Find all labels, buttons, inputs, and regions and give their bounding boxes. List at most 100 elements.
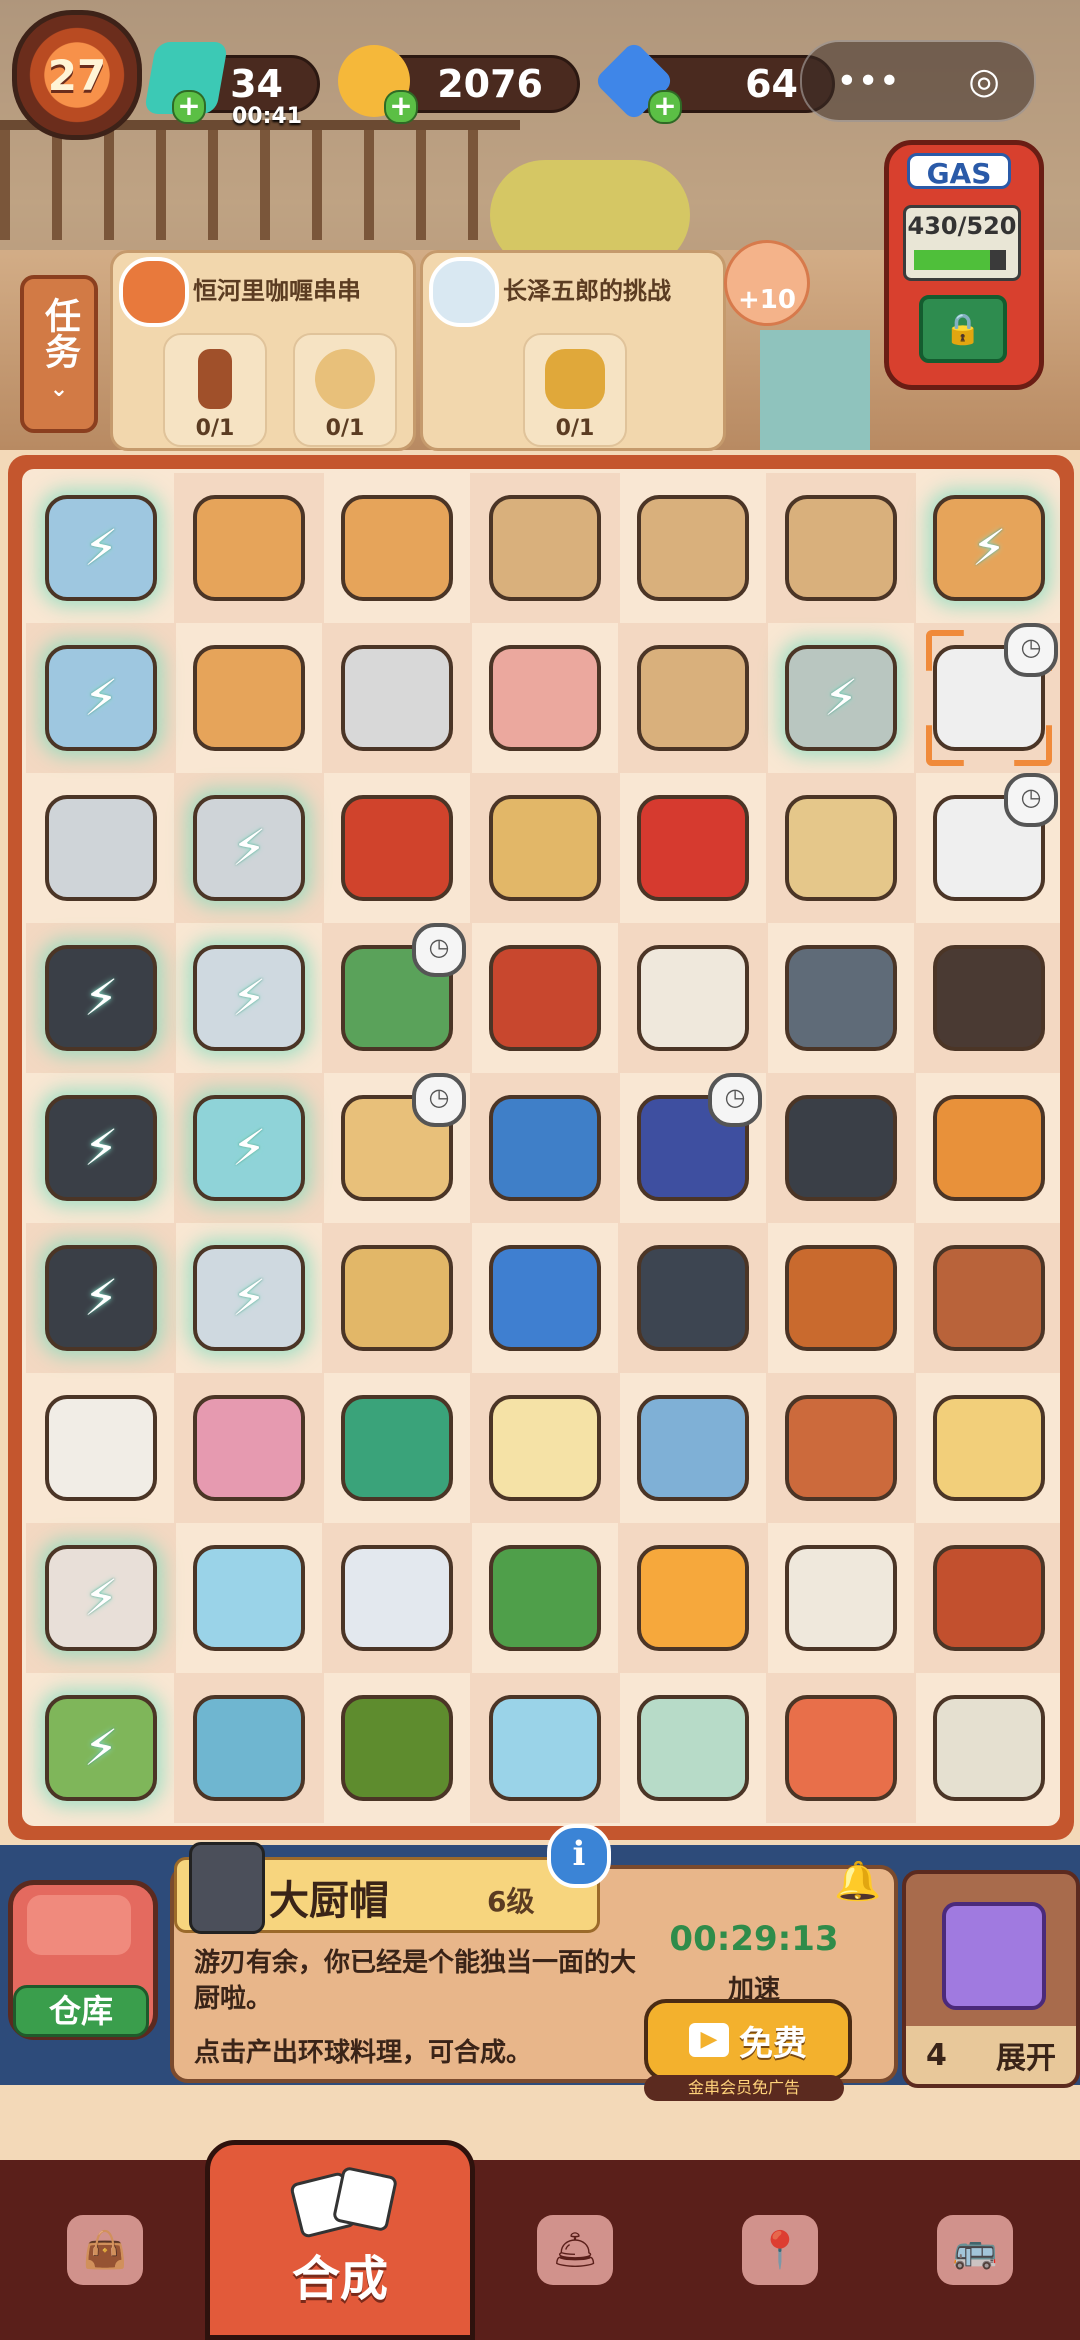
- chili-jar-icon[interactable]: [341, 795, 453, 901]
- board-cell[interactable]: [914, 1523, 1060, 1673]
- board-cell[interactable]: ⚡: [766, 623, 916, 773]
- tofu-icon[interactable]: [489, 1395, 601, 1501]
- glass-fridge-icon[interactable]: ⚡: [193, 1095, 305, 1201]
- scissors-icon[interactable]: [341, 1395, 453, 1501]
- task-tab-button[interactable]: 任务 ⌄: [20, 275, 98, 433]
- board-cell[interactable]: [618, 473, 768, 623]
- stew-pot-icon[interactable]: [637, 1245, 749, 1351]
- hotpot-icon[interactable]: ⚡: [785, 645, 897, 751]
- board-cell[interactable]: [174, 623, 324, 773]
- gem-plus-icon[interactable]: +: [648, 90, 682, 124]
- board-cell[interactable]: ◷: [322, 1073, 472, 1223]
- rice-platter-icon[interactable]: [785, 1545, 897, 1651]
- pot-lid-icon[interactable]: [785, 945, 897, 1051]
- notebook-icon[interactable]: ⚡: [45, 495, 157, 601]
- board-cell[interactable]: [322, 1223, 472, 1373]
- nav-map[interactable]: 📍: [680, 2170, 880, 2330]
- board-cell[interactable]: [470, 1523, 620, 1673]
- board-cell[interactable]: ◷: [914, 773, 1060, 923]
- nav-service[interactable]: 🛎: [475, 2170, 675, 2330]
- gas-refill-button[interactable]: 🔒: [919, 295, 1007, 363]
- bbq-skewers-icon[interactable]: [785, 1395, 897, 1501]
- notebook-icon[interactable]: ⚡: [45, 645, 157, 751]
- bell-icon[interactable]: 🔔: [834, 1859, 881, 1904]
- seed-plate-icon[interactable]: [785, 795, 897, 901]
- task-card-curry[interactable]: 恒河里咖喱串串 0/1 0/1: [110, 250, 416, 451]
- board-cell[interactable]: ⚡: [26, 473, 176, 623]
- free-speedup-button[interactable]: ▶ 免费: [644, 1999, 852, 2081]
- board-cell[interactable]: ◷: [322, 923, 472, 1073]
- tree-icon[interactable]: ⚡: [45, 1695, 157, 1801]
- player-level-badge[interactable]: 27: [12, 10, 142, 140]
- sushi-gift-icon[interactable]: ⚡: [45, 1095, 157, 1201]
- roast-chicken-icon[interactable]: [785, 1245, 897, 1351]
- grilled-dessert-icon[interactable]: [933, 945, 1045, 1051]
- receipt-printer-icon[interactable]: [341, 645, 453, 751]
- board-cell[interactable]: [174, 1373, 324, 1523]
- egg-icon[interactable]: [637, 1545, 749, 1651]
- curry-plate-icon[interactable]: [933, 1245, 1045, 1351]
- mystery-box-panel[interactable]: 4 展开: [902, 1870, 1080, 2088]
- board-cell[interactable]: [618, 773, 768, 923]
- coconut-sack-icon[interactable]: [45, 1395, 157, 1501]
- hairbrush-icon[interactable]: [193, 1395, 305, 1501]
- energy-plus-icon[interactable]: +: [172, 90, 206, 124]
- parfait-icon[interactable]: [489, 1695, 601, 1801]
- watermelon-icon[interactable]: [489, 1545, 601, 1651]
- board-cell[interactable]: [322, 623, 472, 773]
- fridge-icon[interactable]: ⚡: [193, 945, 305, 1051]
- olive-icon[interactable]: [341, 1695, 453, 1801]
- nav-bus[interactable]: 🚌: [875, 2170, 1075, 2330]
- printer-icon[interactable]: ⚡: [193, 795, 305, 901]
- board-cell[interactable]: [618, 1523, 768, 1673]
- nav-merge-active[interactable]: 合成: [205, 2140, 475, 2340]
- board-cell[interactable]: [766, 923, 916, 1073]
- scallion-pancake-icon[interactable]: [489, 795, 601, 901]
- printer-icon[interactable]: [45, 795, 157, 901]
- expand-label[interactable]: 展开: [996, 2033, 1056, 2077]
- blue-bag-icon[interactable]: [489, 1095, 601, 1201]
- scallion-pancake-icon[interactable]: [341, 1245, 453, 1351]
- board-cell[interactable]: [766, 1373, 916, 1523]
- board-cell[interactable]: [914, 1073, 1060, 1223]
- board-cell[interactable]: [470, 1673, 620, 1823]
- board-cell[interactable]: ⚡: [26, 623, 176, 773]
- exit-icon[interactable]: ◎: [968, 61, 999, 102]
- puzzle-piece-icon[interactable]: [193, 1695, 305, 1801]
- more-menu-icon[interactable]: •••: [836, 61, 900, 102]
- board-cell[interactable]: ◷: [914, 623, 1060, 773]
- board-cell[interactable]: [766, 773, 916, 923]
- board-cell[interactable]: [470, 1373, 620, 1523]
- board-cell[interactable]: [174, 1523, 324, 1673]
- skewer-jar-icon[interactable]: ⚡: [933, 495, 1045, 601]
- board-cell[interactable]: ⚡: [174, 773, 324, 923]
- board-cell[interactable]: ⚡: [174, 1073, 324, 1223]
- ruler-icon[interactable]: [637, 1695, 749, 1801]
- house-icon[interactable]: [489, 1245, 601, 1351]
- sushi-gift-icon[interactable]: ⚡: [45, 945, 157, 1051]
- board-cell[interactable]: [322, 473, 472, 623]
- board-cell[interactable]: [26, 773, 176, 923]
- ice-shards-icon[interactable]: [341, 1545, 453, 1651]
- board-cell[interactable]: [914, 1223, 1060, 1373]
- storage-button[interactable]: 仓库: [8, 1880, 158, 2040]
- board-cell[interactable]: [470, 773, 620, 923]
- fridge-icon[interactable]: ⚡: [193, 1245, 305, 1351]
- skewer-box-icon[interactable]: [193, 495, 305, 601]
- board-cell[interactable]: ⚡: [26, 1673, 176, 1823]
- pizza-icon[interactable]: [933, 1095, 1045, 1201]
- board-cell[interactable]: [766, 1673, 916, 1823]
- jar-icon[interactable]: ⚡: [45, 1545, 157, 1651]
- board-cell[interactable]: [766, 1523, 916, 1673]
- parfait-icon[interactable]: [193, 1545, 305, 1651]
- board-cell[interactable]: [914, 1373, 1060, 1523]
- board-cell[interactable]: [766, 1073, 916, 1223]
- board-cell[interactable]: [470, 1223, 620, 1373]
- board-cell[interactable]: [766, 473, 916, 623]
- shrimp-bowl-icon[interactable]: [785, 1695, 897, 1801]
- board-cell[interactable]: ⚡: [174, 923, 324, 1073]
- nav-shop[interactable]: 👜: [5, 2170, 205, 2330]
- task-card-challenge[interactable]: 长泽五郎的挑战 0/1: [420, 250, 726, 451]
- board-cell[interactable]: [618, 923, 768, 1073]
- braised-pork-icon[interactable]: [933, 1545, 1045, 1651]
